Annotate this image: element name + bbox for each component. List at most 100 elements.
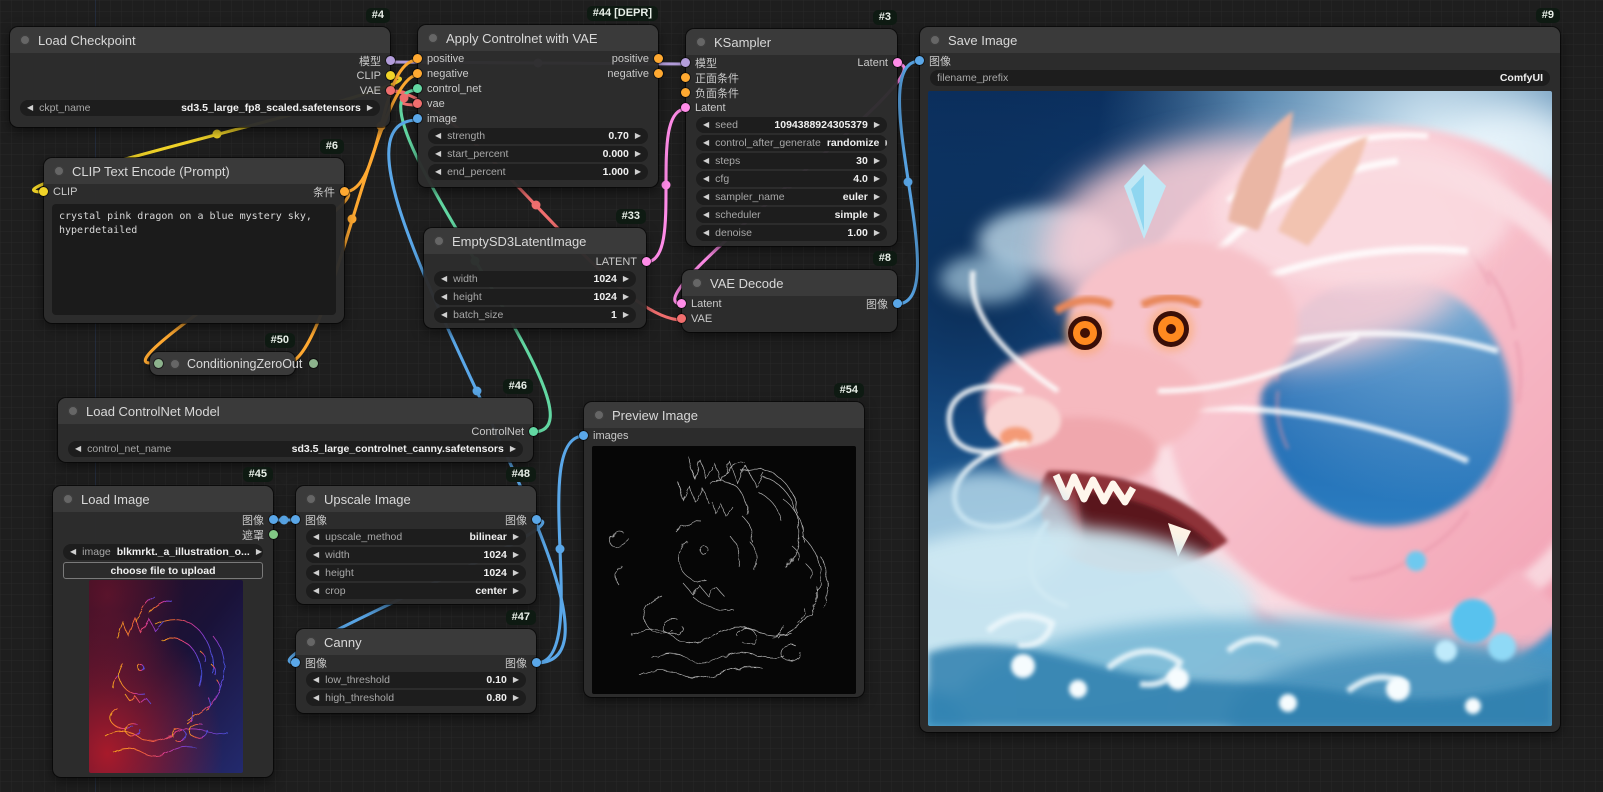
node-title-bar[interactable]: VAE Decode [682,270,897,296]
stepper-left-icon[interactable]: ◀ [75,445,81,453]
stepper-left-icon[interactable]: ◀ [313,676,319,684]
node-clip-text-encode[interactable]: #6 CLIP Text Encode (Prompt) CLIP 条件 cry… [39,139,349,324]
widget-height[interactable]: ◀ height 1024 ▶ [434,289,636,305]
input-port-image[interactable]: 图像 [291,655,327,671]
collapse-dot-icon[interactable] [594,410,604,420]
output-port-image[interactable]: 图像 [505,512,541,528]
input-port-vae[interactable]: vae [413,98,445,110]
link-midpoint-dot[interactable] [903,177,913,187]
node-title-bar[interactable]: Upscale Image [296,486,536,512]
input-port-image[interactable]: 图像 [915,53,951,69]
node-load-controlnet[interactable]: #46 Load ControlNet Model ControlNet ◀ c… [57,379,538,463]
stepper-left-icon[interactable]: ◀ [435,150,441,158]
prompt-textarea[interactable]: crystal pink dragon on a blue mystery sk… [52,204,336,315]
collapse-dot-icon[interactable] [20,35,30,45]
stepper-right-icon[interactable]: ▶ [635,132,641,140]
node-title-bar[interactable]: Apply Controlnet with VAE [418,25,658,51]
widget-strength[interactable]: ◀ strength 0.70 ▶ [428,128,648,144]
collapse-dot-icon[interactable] [306,637,316,647]
link-midpoint-dot[interactable] [347,214,357,224]
stepper-left-icon[interactable]: ◀ [703,211,709,219]
stepper-left-icon[interactable]: ◀ [27,104,33,112]
node-title-bar[interactable]: CLIP Text Encode (Prompt) [44,158,344,184]
node-graph-canvas[interactable]: #4 Load Checkpoint 模型 CLIP VAE ◀ ckpt_na… [0,0,1603,792]
input-port-image[interactable]: 图像 [291,512,327,528]
input-port-latent[interactable]: Latent [677,298,722,310]
input-port-negative[interactable]: 负面条件 [681,85,739,101]
stepper-right-icon[interactable]: ▶ [635,168,641,176]
widget-scheduler[interactable]: ◀ scheduler simple ▶ [696,207,887,223]
collapse-dot-icon[interactable] [696,37,706,47]
port-dot[interactable] [677,299,686,308]
node-title-bar[interactable]: Canny [296,629,536,655]
port-dot[interactable] [413,54,422,63]
stepper-left-icon[interactable]: ◀ [703,157,709,165]
port-dot[interactable] [677,314,686,323]
stepper-left-icon[interactable]: ◀ [313,533,319,541]
port-dot[interactable] [579,431,588,440]
output-port-clip[interactable]: CLIP [357,70,395,82]
widget-crop[interactable]: ◀ crop center ▶ [306,583,526,599]
stepper-right-icon[interactable]: ▶ [623,293,629,301]
port-dot[interactable] [642,257,651,266]
widget-upscale-method[interactable]: ◀ upscale_method bilinear ▶ [306,529,526,545]
input-port-control-net[interactable]: control_net [413,83,481,95]
output-port-positive[interactable]: positive [612,53,663,65]
input-port-clip[interactable]: CLIP [39,186,77,198]
port-dot[interactable] [893,58,902,67]
stepper-right-icon[interactable]: ▶ [623,311,629,319]
output-port-model[interactable]: 模型 [359,53,395,69]
widget-width[interactable]: ◀ width 1024 ▶ [306,547,526,563]
link-midpoint-dot[interactable] [472,386,482,396]
port-dot[interactable] [269,530,278,539]
node-title-bar[interactable]: Save Image [920,27,1560,53]
stepper-left-icon[interactable]: ◀ [703,175,709,183]
port-dot[interactable] [386,86,395,95]
stepper-left-icon[interactable]: ◀ [703,139,709,147]
collapse-dot-icon[interactable] [306,494,316,504]
port-dot[interactable] [681,58,690,67]
input-port-model[interactable]: 模型 [681,55,717,71]
node-title-bar[interactable]: Load Image [53,486,273,512]
widget-batch-size[interactable]: ◀ batch_size 1 ▶ [434,307,636,323]
input-port-positive[interactable]: 正面条件 [681,70,739,86]
stepper-right-icon[interactable]: ▶ [874,157,880,165]
port-dot[interactable] [291,515,300,524]
stepper-left-icon[interactable]: ◀ [313,694,319,702]
link-midpoint-dot[interactable] [279,515,289,525]
node-save-image[interactable]: #9 Save Image 图像 filename_prefix ComfyUI [915,8,1561,733]
port-dot[interactable] [654,54,663,63]
link-midpoint-dot[interactable] [399,93,409,103]
collapse-dot-icon[interactable] [692,278,702,288]
node-load-checkpoint[interactable]: #4 Load Checkpoint 模型 CLIP VAE ◀ ckpt_na… [9,8,395,128]
stepper-left-icon[interactable]: ◀ [313,587,319,595]
port-dot[interactable] [681,103,690,112]
output-port-negative[interactable]: negative [607,68,663,80]
widget-height[interactable]: ◀ height 1024 ▶ [306,565,526,581]
stepper-right-icon[interactable]: ▶ [874,211,880,219]
stepper-right-icon[interactable]: ▶ [635,150,641,158]
stepper-left-icon[interactable]: ◀ [313,551,319,559]
port-dot[interactable] [413,69,422,78]
node-preview-image[interactable]: #54 Preview Image images [579,383,865,698]
collapse-dot-icon[interactable] [54,166,64,176]
node-vae-decode[interactable]: #8 VAE Decode Latent 图像 VAE [677,251,902,333]
node-upscale-image[interactable]: #48 Upscale Image 图像 图像 ◀ upscale_method… [291,467,541,605]
stepper-right-icon[interactable]: ▶ [874,193,880,201]
stepper-left-icon[interactable]: ◀ [703,229,709,237]
stepper-right-icon[interactable]: ▶ [510,445,516,453]
stepper-left-icon[interactable]: ◀ [313,569,319,577]
stepper-right-icon[interactable]: ▶ [513,676,519,684]
widget-ckpt-name[interactable]: ◀ ckpt_name sd3.5_large_fp8_scaled.safet… [20,100,380,116]
stepper-right-icon[interactable]: ▶ [874,175,880,183]
stepper-left-icon[interactable]: ◀ [441,293,447,301]
port-dot[interactable] [340,187,349,196]
widget-filename-prefix[interactable]: filename_prefix ComfyUI [930,70,1550,86]
node-title-bar[interactable]: Load ControlNet Model [58,398,533,424]
node-empty-sd3-latent-image[interactable]: #33 EmptySD3LatentImage LATENT ◀ width 1… [423,209,651,329]
port-dot[interactable] [654,69,663,78]
widget-seed[interactable]: ◀ seed 1094388924305379 ▶ [696,117,887,133]
collapse-dot-icon[interactable] [63,494,73,504]
output-port-image[interactable]: 图像 [242,512,278,528]
port-dot[interactable] [413,84,422,93]
